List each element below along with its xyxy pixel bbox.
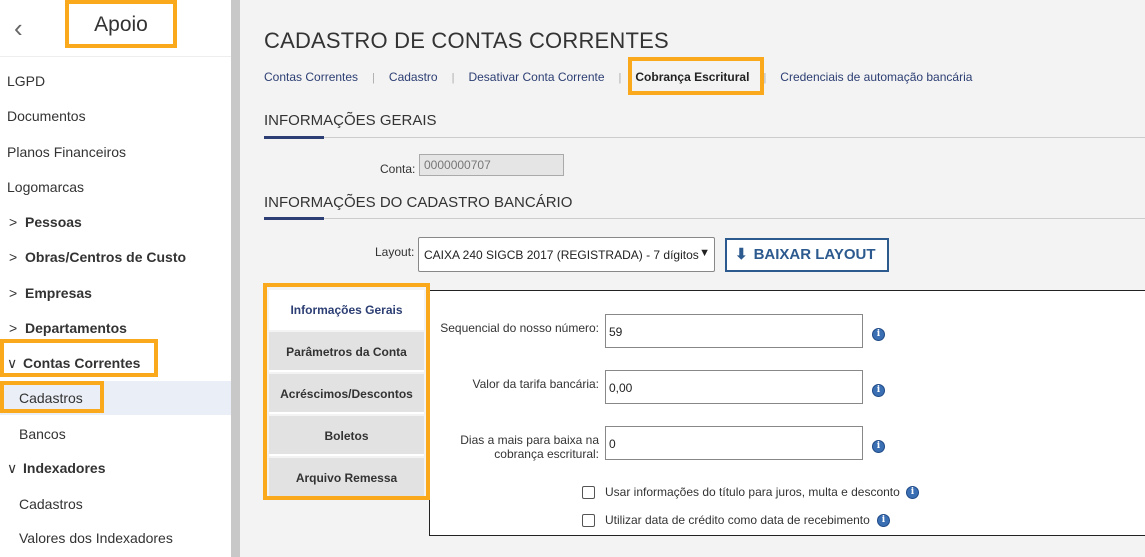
tab-informacoes-gerais[interactable]: Informações Gerais [269,290,424,330]
chevron-right-icon: > [9,214,18,230]
subnav-cobranca-escritural[interactable]: Cobrança Escritural [635,70,749,84]
info-icon[interactable]: i [872,440,885,453]
subnav-desativar[interactable]: Desativar Conta Corrente [468,70,604,84]
checkbox-data-credito[interactable] [582,514,595,527]
field-label-dias-baixa: Dias a mais para baixa na cobrança escri… [460,433,599,461]
sidebar-item-cadastros-indexadores[interactable]: Cadastros [0,487,231,521]
chevron-right-icon: > [9,285,18,301]
conta-field: 0000000707 [419,154,564,176]
tarifa-input[interactable]: 0,00 [605,370,863,404]
checkbox-label-usar-info-titulo: Usar informações do título para juros, m… [605,485,900,499]
download-arrow-icon: ⬇ [735,246,748,263]
divider [264,137,1145,138]
sidebar-item-cadastros-contas[interactable]: Cadastros [0,381,231,415]
field-label-tarifa: Valor da tarifa bancária: [472,377,599,391]
subnav-contas-correntes[interactable]: Contas Correntes [264,70,358,84]
sidebar: ‹ Apoio LGPD Documentos Planos Financeir… [0,0,231,557]
chevron-down-icon: ∨ [7,355,18,371]
layout-select[interactable]: CAIXA 240 SIGCB 2017 (REGISTRADA) - 7 dí… [418,237,715,272]
chevron-right-icon: > [9,249,18,265]
divider [264,218,1145,219]
tab-acrescimos-descontos[interactable]: Acréscimos/Descontos [269,374,424,414]
page-title: CADASTRO DE CONTAS CORRENTES [264,28,669,53]
sidebar-title: Apoio [94,13,148,36]
sequencial-input[interactable]: 59 [605,314,863,348]
subnav-credenciais[interactable]: Credenciais de automação bancária [780,70,972,84]
sidebar-scrollbar[interactable] [231,0,240,557]
download-layout-button[interactable]: ⬇ BAIXAR LAYOUT [725,238,889,272]
info-icon[interactable]: i [872,328,885,341]
info-icon[interactable]: i [872,384,885,397]
section-accent [264,136,324,139]
subnav-separator: | [763,72,767,84]
tab-parametros-conta[interactable]: Parâmetros da Conta [269,332,424,372]
sidebar-item-logomarcas[interactable]: Logomarcas [0,170,231,204]
chevron-down-icon: ▼ [699,247,710,259]
subnav-cadastro[interactable]: Cadastro [389,70,438,84]
sub-navigation: Contas Correntes | Cadastro | Desativar Cont… [264,70,972,86]
subnav-separator: | [618,72,622,84]
chevron-right-icon: > [9,320,18,336]
dias-baixa-input[interactable]: 0 [605,426,863,460]
sidebar-item-valores-indexadores[interactable]: Valores dos Indexadores [0,521,231,555]
section-accent [264,217,324,220]
sidebar-group-empresas[interactable]: > Empresas [0,276,231,310]
subnav-separator: | [451,72,455,84]
chevron-left-icon[interactable]: ‹ [14,14,34,42]
section-title-general: INFORMAÇÕES GERAIS [264,112,437,129]
sidebar-group-contas-correntes[interactable]: ∨ Contas Correntes [0,346,231,380]
sidebar-item-lgpd[interactable]: LGPD [0,64,231,98]
sidebar-group-pessoas[interactable]: > Pessoas [0,205,231,239]
sidebar-group-obras[interactable]: > Obras/Centros de Custo [0,240,231,274]
layout-label: Layout: [375,245,415,259]
info-icon[interactable]: i [906,486,919,499]
subnav-separator: | [372,72,375,84]
section-title-bank: INFORMAÇÕES DO CADASTRO BANCÁRIO [264,194,573,211]
chevron-down-icon: ∨ [7,460,18,476]
sidebar-header: ‹ Apoio [0,0,231,57]
sidebar-item-planos-financeiros[interactable]: Planos Financeiros [0,135,231,169]
sidebar-group-indexadores[interactable]: ∨ Indexadores [0,451,231,485]
tab-boletos[interactable]: Boletos [269,416,424,456]
field-label-sequencial: Sequencial do nosso número: [440,321,599,335]
conta-label: Conta: [380,162,416,176]
layout-selected-value: CAIXA 240 SIGCB 2017 (REGISTRADA) - 7 dí… [424,248,699,262]
sidebar-item-documentos[interactable]: Documentos [0,99,231,133]
info-icon[interactable]: i [877,514,890,527]
checkbox-label-data-credito: Utilizar data de crédito como data de re… [605,513,870,527]
tab-arquivo-remessa[interactable]: Arquivo Remessa [269,458,424,498]
download-layout-label: BAIXAR LAYOUT [753,246,876,263]
sidebar-item-bancos[interactable]: Bancos [0,417,231,451]
checkbox-usar-info-titulo[interactable] [582,486,595,499]
sidebar-group-departamentos[interactable]: > Departamentos [0,311,231,345]
